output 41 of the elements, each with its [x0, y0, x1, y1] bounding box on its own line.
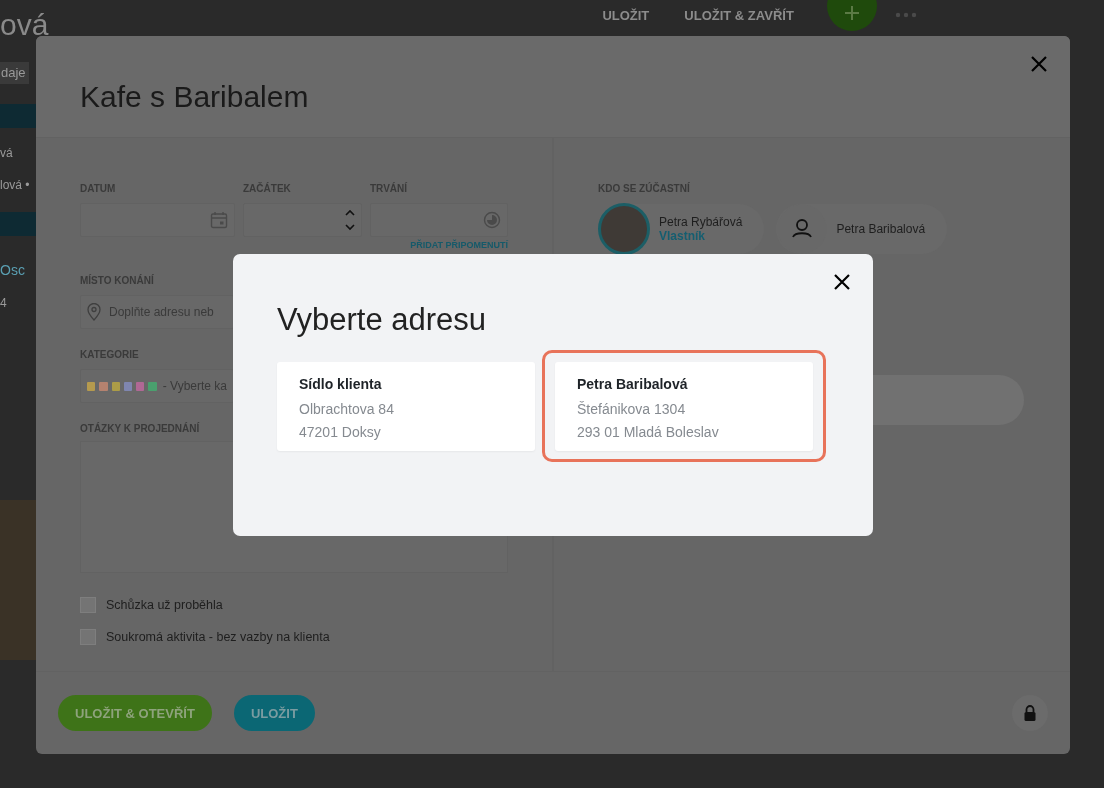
close-icon[interactable]	[834, 274, 850, 290]
checkbox-label: Schůzka už proběhla	[106, 598, 223, 612]
address-option[interactable]: Petra Baribalová Štefánikova 1304 293 01 Mladá Boleslav	[542, 350, 826, 462]
duration-field[interactable]	[370, 203, 508, 237]
date-field[interactable]	[80, 203, 235, 237]
page-title: ová	[0, 8, 49, 42]
attendee-name: Petra Rybářová	[659, 215, 743, 229]
address-name: Sídlo klienta	[299, 376, 383, 392]
time-field[interactable]	[243, 203, 362, 237]
dialog-title: Kafe s Baribalem	[80, 80, 309, 114]
toolbar-button[interactable]: ULOŽIT & ZAVŘÍT	[674, 7, 819, 23]
address-city: 47201 Doksy	[299, 423, 382, 442]
section-bar	[0, 212, 36, 236]
location-pin-icon	[87, 303, 101, 321]
calendar-icon	[210, 211, 228, 229]
spinner-icon[interactable]	[344, 207, 356, 233]
address-street: Štefánikova 1304	[577, 400, 687, 419]
toolbar-button[interactable]: ULOŽIT	[592, 7, 675, 23]
sidebar-item[interactable]: lová •	[0, 178, 36, 192]
avatar-placeholder	[598, 203, 650, 255]
checkbox[interactable]	[80, 629, 96, 645]
sidebar-item[interactable]: 4	[0, 296, 36, 310]
attendee-name: Petra Baribalová	[836, 222, 926, 236]
address-card[interactable]: Sídlo klienta Olbrachtova 84 47201 Doksy	[277, 362, 535, 451]
plus-icon	[842, 3, 861, 22]
checkbox-label: Soukromá aktivita - bez vazby na klienta	[106, 630, 330, 644]
tag-chip: daje	[0, 62, 29, 84]
more-icon[interactable]	[894, 12, 917, 18]
address-street: Olbrachtova 84	[299, 400, 395, 419]
sidebar-item[interactable]: vá	[0, 146, 36, 160]
lock-icon	[1023, 704, 1037, 722]
dialog-title: Vyberte adresu	[277, 302, 488, 338]
address-name: Petra Baribalová	[577, 376, 689, 392]
checkbox[interactable]	[80, 597, 96, 613]
address-city: 293 01 Mladá Boleslav	[577, 423, 720, 442]
attendee-role: Vlastník	[659, 229, 707, 243]
address-card[interactable]: Petra Baribalová Štefánikova 1304 293 01 Mladá Boleslav	[555, 362, 813, 451]
section-bar	[0, 104, 36, 128]
clock-icon	[483, 211, 501, 229]
lock-button[interactable]	[1012, 695, 1048, 731]
tab-label[interactable]: Osc	[0, 262, 36, 278]
